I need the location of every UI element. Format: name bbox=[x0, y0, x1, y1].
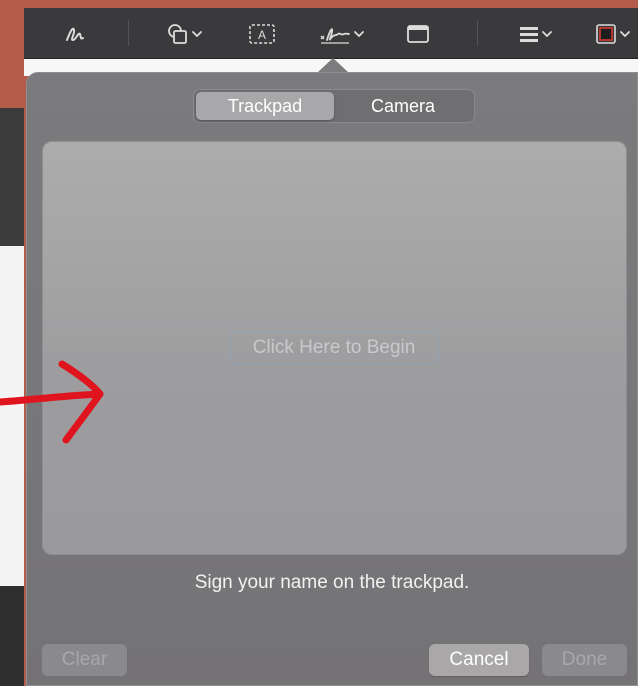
background-window-dark bbox=[0, 108, 24, 246]
signature-icon bbox=[318, 22, 352, 46]
svg-text:A: A bbox=[258, 28, 266, 42]
border-color-icon bbox=[594, 22, 618, 46]
text-box-tool[interactable]: A bbox=[248, 22, 276, 46]
signature-hint-text: Sign your name on the trackpad. bbox=[194, 572, 470, 593]
background-window-bottom bbox=[0, 586, 24, 686]
chevron-down-icon bbox=[190, 27, 204, 41]
clear-button[interactable]: Clear bbox=[42, 644, 127, 676]
chevron-down-icon bbox=[618, 27, 632, 41]
line-style-tool[interactable] bbox=[518, 22, 554, 46]
sketch-icon bbox=[64, 22, 88, 46]
border-color-tool[interactable] bbox=[594, 22, 632, 46]
shapes-tool[interactable] bbox=[166, 22, 204, 46]
toolbar-separator bbox=[477, 20, 478, 46]
markup-toolbar: A bbox=[24, 8, 638, 59]
chevron-down-icon bbox=[540, 27, 554, 41]
shapes-icon bbox=[166, 22, 190, 46]
cancel-button[interactable]: Cancel bbox=[429, 644, 529, 676]
red-annotation-arrow-icon bbox=[0, 360, 104, 444]
chevron-down-icon bbox=[352, 27, 366, 41]
tab-trackpad[interactable]: Trackpad bbox=[196, 92, 334, 120]
toolbar-separator bbox=[128, 20, 129, 46]
signature-source-segmented-control: Trackpad Camera bbox=[193, 89, 475, 123]
click-here-to-begin-button[interactable]: Click Here to Begin bbox=[230, 332, 438, 364]
sketch-tool[interactable] bbox=[64, 22, 88, 46]
line-style-icon bbox=[518, 23, 540, 45]
done-button[interactable]: Done bbox=[542, 644, 627, 676]
note-tool[interactable] bbox=[406, 22, 430, 46]
text-box-icon: A bbox=[248, 23, 276, 45]
popover-arrow bbox=[317, 58, 349, 73]
sign-tool[interactable] bbox=[318, 22, 366, 46]
tab-camera[interactable]: Camera bbox=[334, 92, 472, 120]
note-icon bbox=[406, 23, 430, 45]
